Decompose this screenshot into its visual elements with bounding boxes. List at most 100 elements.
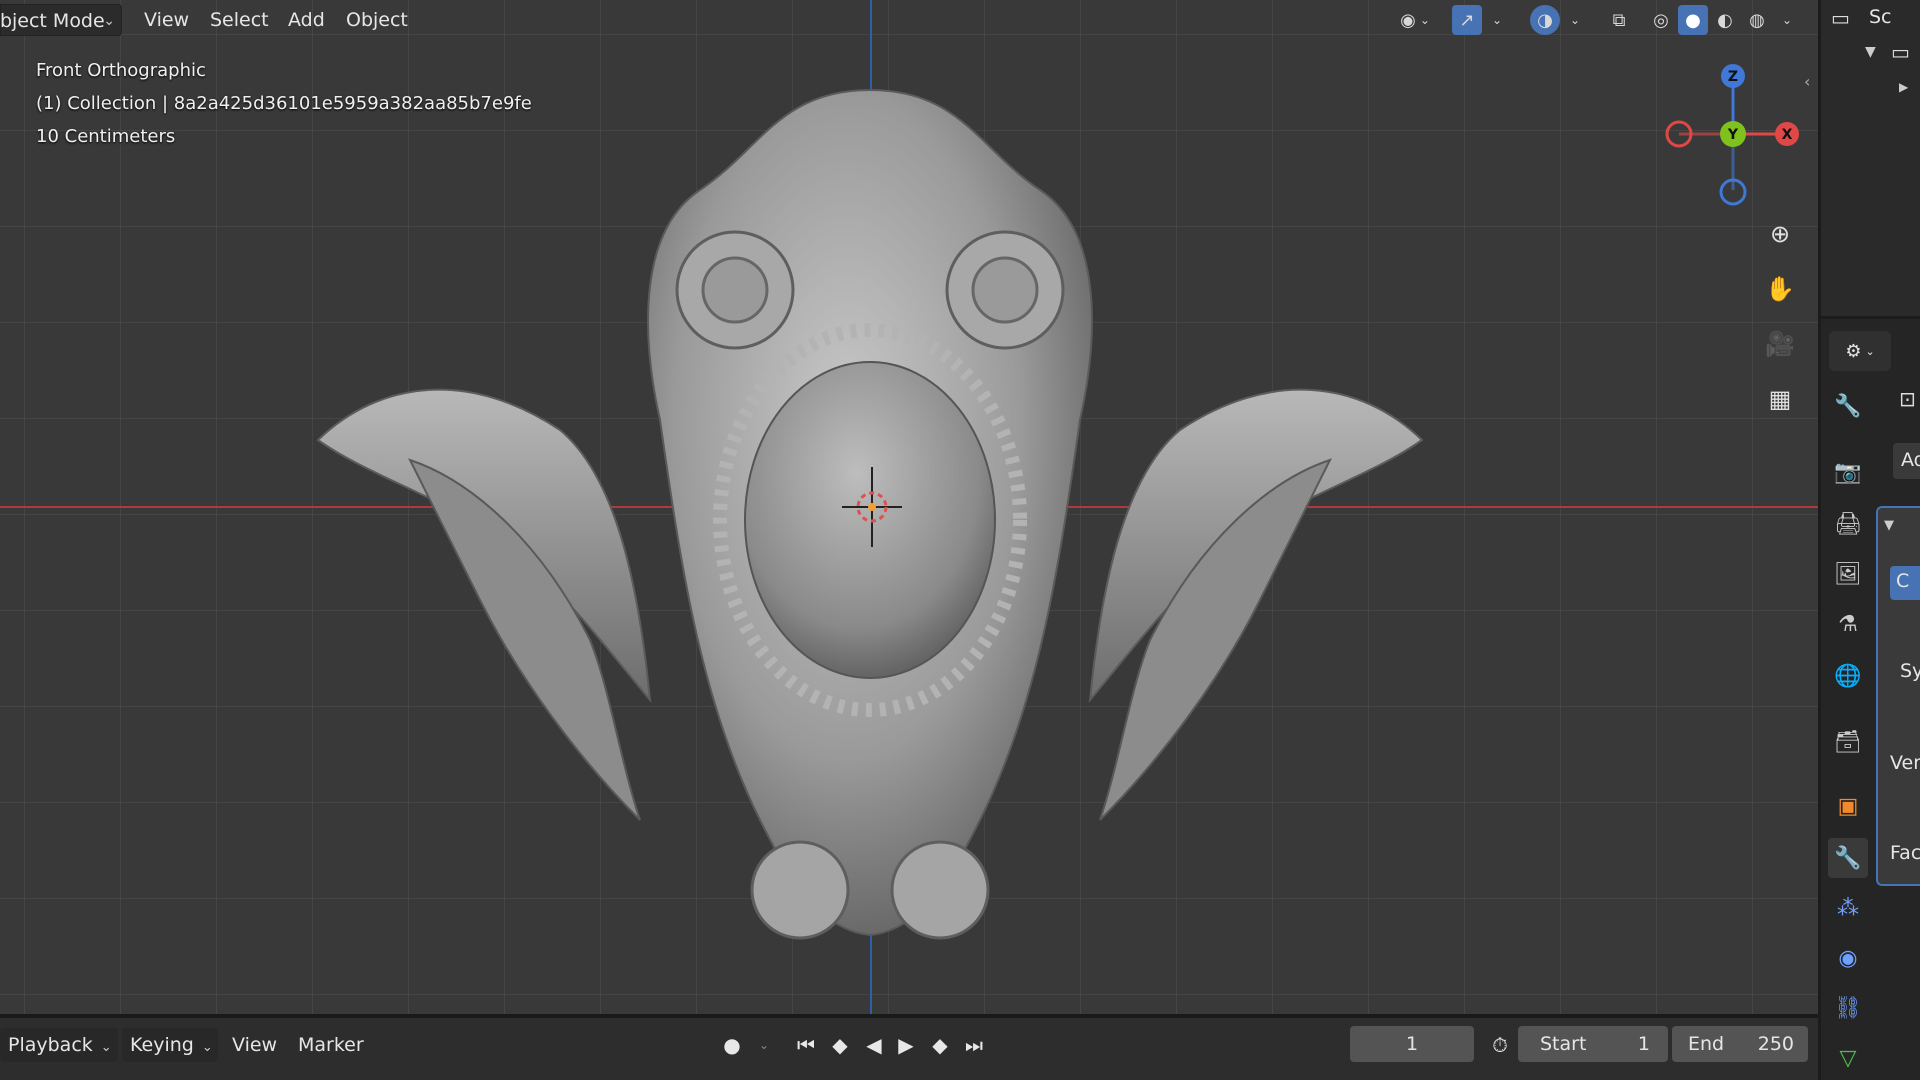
constraints-tab[interactable]: ⛓	[1828, 988, 1868, 1028]
start-label: Start	[1540, 1033, 1587, 1055]
view-layer-tab[interactable]: 🖼	[1828, 554, 1868, 594]
keying-menu[interactable]: Keying ⌄	[122, 1028, 218, 1062]
maximize-icon[interactable]: ⊡	[1899, 387, 1916, 411]
rendered-sphere-icon: ◍	[1749, 9, 1765, 31]
outliner-editor[interactable]: ▭ Sc ▼ ▭ ▶	[1818, 0, 1920, 330]
overlays-toggle[interactable]: ◑	[1530, 5, 1560, 35]
constraint-icon: ⛓	[1834, 995, 1862, 1021]
scene-icon: ▭	[1831, 6, 1850, 30]
symmetry-label: Sy	[1900, 660, 1920, 682]
tool-tab[interactable]: 🔧	[1828, 386, 1868, 426]
render-tab[interactable]: 📷	[1828, 452, 1868, 492]
physics-tab[interactable]: ◉	[1828, 938, 1868, 978]
3d-cursor-icon[interactable]	[842, 467, 902, 547]
select-menu[interactable]: Select	[200, 4, 279, 36]
wireframe-shading-button[interactable]: ◎	[1646, 5, 1676, 35]
physics-icon: ◉	[1838, 945, 1858, 971]
rendered-shading-button[interactable]: ◍	[1742, 5, 1772, 35]
chevron-down-icon: ⌄	[100, 1040, 112, 1055]
faces-label: Fac	[1890, 842, 1920, 864]
gizmo-toggle[interactable]: ↗	[1452, 5, 1482, 35]
gizmo-x-label: X	[1782, 127, 1793, 143]
vertices-label: Ver	[1890, 752, 1920, 774]
chevron-left-icon[interactable]: ‹	[1804, 72, 1810, 91]
shading-dropdown[interactable]: ⌄	[1776, 5, 1798, 35]
chevron-down-icon: ⌄	[758, 1038, 770, 1052]
mode-dropdown[interactable]: Object Mode ⌄	[0, 4, 122, 36]
chevron-down-icon: ⌄	[1491, 13, 1503, 27]
zoom-icon: ⊕	[1769, 220, 1791, 248]
chevron-down-icon: ⌄	[1781, 13, 1793, 27]
navigation-gizmo[interactable]: Z Y X	[1663, 62, 1803, 212]
modifier-tab[interactable]: 🔧	[1828, 838, 1868, 878]
world-tab[interactable]: 🌐	[1828, 656, 1868, 696]
add-modifier-button[interactable]: Ad	[1893, 443, 1920, 479]
editor-type-dropdown[interactable]: ⚙ ⌄	[1829, 331, 1891, 371]
timeline-view-menu[interactable]: View	[224, 1028, 285, 1062]
particles-tab[interactable]: ⁂	[1828, 888, 1868, 928]
start-frame-field[interactable]: Start 1	[1518, 1026, 1668, 1062]
wrench-icon: 🔧	[1834, 845, 1862, 871]
pan-button[interactable]: ✋	[1758, 267, 1802, 311]
jump-end-button[interactable]: ⏭	[958, 1028, 990, 1062]
image-stack-icon: 🖼	[1834, 561, 1862, 587]
scene-tab[interactable]: ⚗	[1828, 604, 1868, 644]
add-menu[interactable]: Add	[278, 4, 335, 36]
marker-menu[interactable]: Marker	[290, 1028, 372, 1062]
end-frame-field[interactable]: End 250	[1672, 1026, 1808, 1062]
collection-tab[interactable]: 🗃	[1828, 722, 1868, 762]
visibility-dropdown[interactable]: ◉ ⌄	[1390, 5, 1440, 35]
next-keyframe-icon: ◆	[932, 1033, 948, 1057]
tool-icon: 🔧	[1834, 393, 1862, 419]
camera-icon: 🎥	[1765, 330, 1795, 358]
play-button[interactable]: ▶	[890, 1028, 922, 1062]
play-reverse-button[interactable]: ◀	[858, 1028, 890, 1062]
auto-keying-button[interactable]: ●	[716, 1028, 748, 1062]
collapse-arrow-icon[interactable]: ▼	[1884, 518, 1894, 533]
jump-start-button[interactable]: ⏮	[790, 1028, 822, 1062]
output-tab[interactable]: 🖨	[1828, 504, 1868, 544]
chevron-down-icon: ⌄	[103, 13, 115, 29]
expand-arrow-icon[interactable]: ▼	[1865, 44, 1876, 60]
solid-shading-button[interactable]: ●	[1678, 5, 1708, 35]
mode-label: Object Mode	[0, 10, 105, 32]
prev-keyframe-button[interactable]: ◆	[824, 1028, 856, 1062]
3d-viewport[interactable]: Object Mode ⌄ View Select Add Object ◉⌄ …	[0, 0, 1818, 1014]
xray-toggle[interactable]: ⧉	[1604, 5, 1634, 35]
zoom-button[interactable]: ⊕	[1758, 212, 1802, 256]
object-menu[interactable]: Object	[336, 4, 418, 36]
ornament-model[interactable]	[0, 0, 1818, 1014]
keying-set-dropdown[interactable]: ⌄	[748, 1028, 780, 1062]
xray-icon: ⧉	[1612, 9, 1626, 31]
current-frame-field[interactable]: 1	[1350, 1026, 1474, 1062]
material-sphere-icon: ◐	[1717, 9, 1733, 31]
camera-view-button[interactable]: 🎥	[1758, 322, 1802, 366]
eye-icon: ◉	[1400, 9, 1416, 31]
object-tab[interactable]: ▣	[1828, 786, 1868, 826]
next-keyframe-button[interactable]: ◆	[924, 1028, 956, 1062]
gizmo-y-label: Y	[1727, 127, 1739, 143]
playback-label: Playback	[8, 1034, 93, 1056]
view-menu[interactable]: View	[134, 4, 199, 36]
data-tab[interactable]: ▽	[1828, 1038, 1868, 1078]
modifier-panel[interactable]: ▼ C Sy Ver Fac	[1876, 506, 1920, 886]
jump-end-icon: ⏭	[965, 1033, 983, 1057]
start-value: 1	[1637, 1033, 1650, 1055]
modifier-type-button[interactable]: C	[1890, 566, 1920, 600]
properties-editor-icon: ⚙	[1845, 340, 1862, 362]
preview-range-button[interactable]: ⏱	[1484, 1028, 1516, 1062]
toggle-ortho-button[interactable]: ▦	[1758, 377, 1802, 421]
keying-label: Keying	[130, 1034, 194, 1056]
hand-icon: ✋	[1765, 275, 1795, 303]
material-shading-button[interactable]: ◐	[1710, 5, 1740, 35]
prev-keyframe-icon: ◆	[832, 1033, 848, 1057]
chevron-down-icon: ⌄	[1569, 13, 1581, 27]
playback-menu[interactable]: Playback ⌄	[0, 1028, 118, 1062]
collapse-arrow-icon[interactable]: ▶	[1899, 80, 1908, 94]
modifier-type-label: C	[1896, 570, 1910, 592]
overlays-dropdown[interactable]: ⌄	[1564, 5, 1586, 35]
gizmo-dropdown[interactable]: ⌄	[1486, 5, 1508, 35]
printer-icon: 🖨	[1834, 511, 1862, 537]
timeline-editor[interactable]: Playback ⌄ Keying ⌄ View Marker ● ⌄ ⏮ ◆ ◀ …	[0, 1014, 1818, 1080]
gizmo-icon: ↗	[1459, 9, 1475, 31]
